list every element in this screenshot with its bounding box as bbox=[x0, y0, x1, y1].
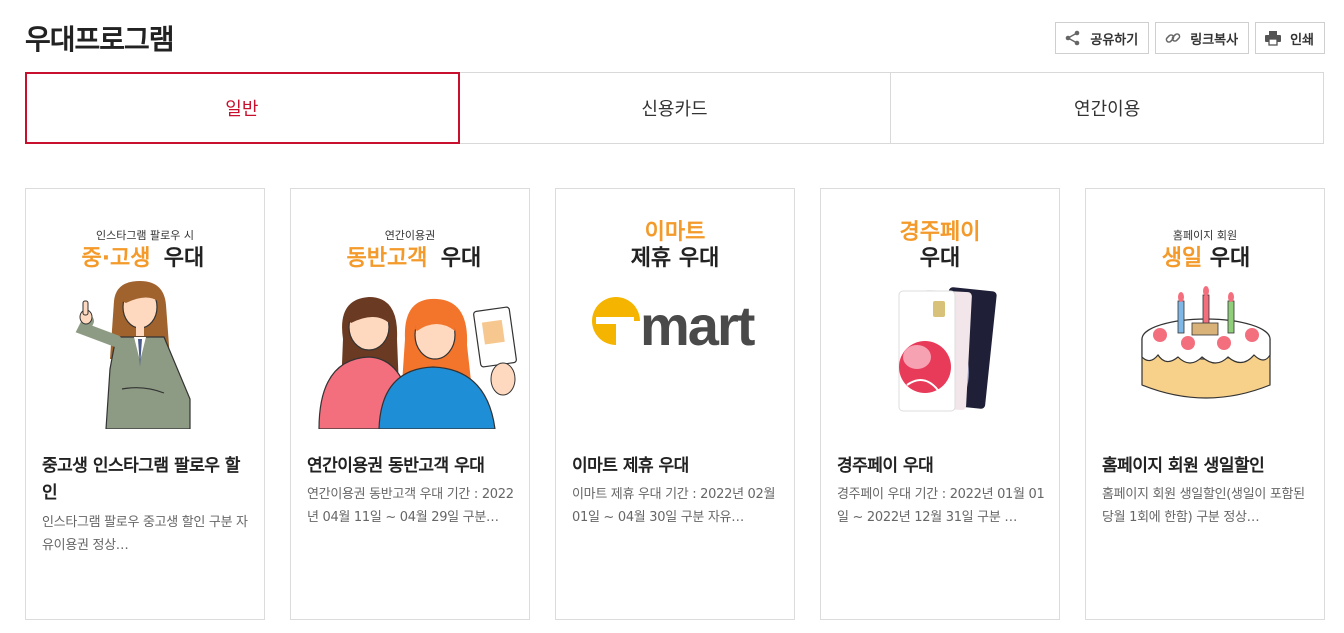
card-description: 연간이용권 동반고객 우대 기간 : 2022년 04월 11일 ~ 04월 2… bbox=[307, 487, 514, 525]
tab-credit-card[interactable]: 신용카드 bbox=[459, 73, 892, 143]
banner-small-text: 연간이용권 bbox=[385, 229, 436, 242]
banner-line1-text: 이마트 bbox=[645, 220, 706, 245]
banner-highlight-text: 중·고생 bbox=[81, 246, 150, 271]
svg-text:mart: mart bbox=[640, 294, 755, 357]
card-description: 이마트 제휴 우대 기간 : 2022년 02월 01일 ~ 04월 30일 구… bbox=[572, 487, 776, 525]
share-label: 공유하기 bbox=[1090, 31, 1139, 47]
card-image: 인스타그램 팔로우 시 중·고생 우대 bbox=[26, 189, 264, 429]
banner-benefit-text: 우대 bbox=[1210, 246, 1250, 271]
page-actions: 공유하기 링크복사 인쇄 bbox=[1055, 22, 1325, 54]
banner-highlight-text: 생일 bbox=[1162, 246, 1202, 271]
card-title: 경주페이 우대 bbox=[837, 456, 934, 476]
banner-small-text: 홈페이지 회원 bbox=[1173, 228, 1237, 242]
card-description: 인스타그램 팔로우 중고생 할인 구분 자유이용권 정상… bbox=[42, 515, 248, 553]
card-title: 홈페이지 회원 생일할인 bbox=[1102, 456, 1265, 476]
card-emart[interactable]: 이마트 제휴 우대 mart 이마트 제휴 우대 이마트 제휴 우대 기간 : … bbox=[555, 188, 795, 620]
two-friends-illustration bbox=[318, 297, 517, 429]
tab-annual[interactable]: 연간이용 bbox=[891, 73, 1323, 143]
card-image: 홈페이지 회원 생일 우대 bbox=[1086, 189, 1324, 429]
gyeongju-pay-cards-illustration bbox=[898, 287, 997, 412]
link-icon bbox=[1165, 33, 1181, 43]
print-button[interactable]: 인쇄 bbox=[1255, 22, 1325, 54]
card-annual-companion[interactable]: 연간이용권 동반고객 우대 연간이용권 동반고객 우대 연간이용권 동반고객 우… bbox=[290, 188, 530, 620]
emart-logo: mart bbox=[592, 294, 757, 357]
card-student-instagram[interactable]: 인스타그램 팔로우 시 중·고생 우대 중고생 인스타그램 팔로우 할인 인스타… bbox=[25, 188, 265, 620]
card-image: 이마트 제휴 우대 mart bbox=[556, 189, 794, 429]
print-label: 인쇄 bbox=[1290, 31, 1314, 47]
card-title: 이마트 제휴 우대 bbox=[572, 456, 689, 476]
banner-benefit-text: 우대 bbox=[441, 246, 481, 271]
card-description: 경주페이 우대 기간 : 2022년 01월 01일 ~ 2022년 12월 3… bbox=[837, 487, 1045, 525]
banner-line1-text: 경주페이 bbox=[900, 220, 981, 245]
banner-highlight-text: 동반고객 bbox=[347, 246, 428, 271]
banner-benefit-text: 우대 bbox=[164, 246, 204, 271]
share-button[interactable]: 공유하기 bbox=[1055, 22, 1150, 54]
category-tabs: 일반 신용카드 연간이용 bbox=[25, 72, 1324, 144]
card-image: 연간이용권 동반고객 우대 bbox=[291, 189, 529, 429]
link-copy-button[interactable]: 링크복사 bbox=[1155, 22, 1250, 54]
benefit-card-list: 인스타그램 팔로우 시 중·고생 우대 중고생 인스타그램 팔로우 할인 인스타… bbox=[25, 188, 1325, 620]
card-description: 홈페이지 회원 생일할인(생일이 포함된 당월 1회에 한함) 구분 정상… bbox=[1102, 487, 1305, 525]
share-icon bbox=[1066, 30, 1080, 46]
card-image: 경주페이 우대 bbox=[821, 189, 1059, 429]
card-title: 연간이용권 동반고객 우대 bbox=[307, 456, 485, 476]
print-icon bbox=[1265, 31, 1282, 46]
banner-line2-text: 우대 bbox=[920, 246, 960, 271]
card-member-birthday[interactable]: 홈페이지 회원 생일 우대 홈페이지 회원 생일할인 홈페이지 회원 생일할인(… bbox=[1085, 188, 1325, 620]
banner-small-text: 인스타그램 팔로우 시 bbox=[96, 229, 194, 242]
page-title: 우대프로그램 bbox=[25, 23, 175, 56]
birthday-cake-illustration bbox=[1141, 286, 1271, 399]
link-copy-label: 링크복사 bbox=[1190, 31, 1239, 47]
card-gyeongju-pay[interactable]: 경주페이 우대 경주페이 우대 경주페이 우대 기간 : 2022년 01월 0… bbox=[820, 188, 1060, 620]
tab-general[interactable]: 일반 bbox=[25, 72, 460, 144]
woman-pointing-illustration bbox=[75, 281, 191, 429]
card-title: 중고생 인스타그램 팔로우 할인 bbox=[42, 456, 240, 503]
banner-line2-text: 제휴 우대 bbox=[631, 246, 720, 271]
